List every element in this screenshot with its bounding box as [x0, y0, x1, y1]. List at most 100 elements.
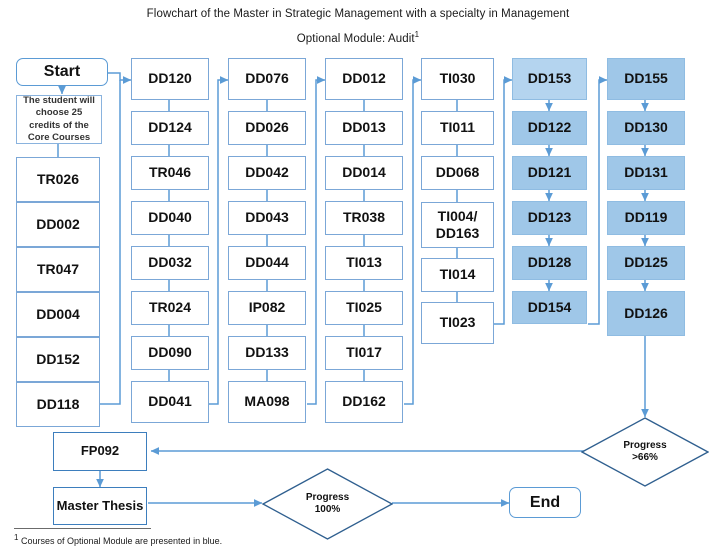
node-label: DD130	[624, 119, 668, 136]
node-label: DD043	[245, 209, 289, 226]
node-dd155[interactable]: DD155	[607, 58, 685, 100]
node-dd118[interactable]: DD118	[16, 382, 100, 427]
node-dd044[interactable]: DD044	[228, 246, 306, 280]
node-label: DD068	[435, 164, 480, 181]
node-dd128[interactable]: DD128	[512, 246, 587, 280]
node-dd124[interactable]: DD124	[131, 111, 209, 145]
node-dd041[interactable]: DD041	[131, 381, 209, 423]
decision-line-2: 100%	[314, 504, 341, 515]
decision-progress-66[interactable]: Progress >66%	[581, 417, 709, 487]
node-label: DD044	[245, 254, 289, 271]
node-ti023[interactable]: TI023	[421, 302, 494, 344]
node-label: DD154	[527, 298, 572, 315]
node-label: DD120	[148, 70, 192, 87]
node-ti025[interactable]: TI025	[325, 291, 403, 325]
node-label: DD041	[148, 393, 192, 410]
node-label: DD126	[624, 304, 668, 321]
node-label: DD121	[527, 164, 572, 181]
node-label: DD076	[245, 70, 289, 87]
decision-line-1: Progress	[305, 491, 350, 503]
node-fp092[interactable]: FP092	[53, 432, 147, 471]
node-dd152[interactable]: DD152	[16, 337, 100, 382]
node-label: TR024	[148, 299, 192, 316]
node-dd043[interactable]: DD043	[228, 201, 306, 235]
node-ti013[interactable]: TI013	[325, 246, 403, 280]
node-dd131[interactable]: DD131	[607, 156, 685, 190]
decision-line-2: >66%	[632, 452, 658, 463]
node-end[interactable]: End	[509, 487, 581, 518]
node-label: TI013	[346, 254, 382, 271]
node-ti011[interactable]: TI011	[421, 111, 494, 145]
node-master-thesis[interactable]: Master Thesis	[53, 487, 147, 525]
start-node[interactable]: Start	[16, 58, 108, 86]
node-dd120[interactable]: DD120	[131, 58, 209, 100]
instruction-note-label: The student will choose 25 credits of th…	[23, 94, 95, 143]
node-label: TR038	[342, 209, 386, 226]
node-dd121[interactable]: DD121	[512, 156, 587, 190]
node-label: TI030	[439, 70, 476, 87]
node-label: DD118	[36, 395, 80, 412]
node-dd123[interactable]: DD123	[512, 201, 587, 235]
node-dd126[interactable]: DD126	[607, 291, 685, 336]
node-dd154[interactable]: DD154	[512, 291, 587, 324]
node-ip082[interactable]: IP082	[228, 291, 306, 325]
node-dd032[interactable]: DD032	[131, 246, 209, 280]
node-dd004[interactable]: DD004	[16, 292, 100, 337]
node-label: TI017	[346, 344, 382, 361]
node-label: DD012	[342, 70, 386, 87]
node-dd090[interactable]: DD090	[131, 336, 209, 370]
node-dd153[interactable]: DD153	[512, 58, 587, 100]
node-tr046[interactable]: TR046	[131, 156, 209, 190]
node-ti014[interactable]: TI014	[421, 258, 494, 292]
decision-progress-100[interactable]: Progress 100%	[262, 468, 393, 540]
node-label: TR026	[36, 170, 80, 187]
node-dd042[interactable]: DD042	[228, 156, 306, 190]
node-label: TI004/ DD163	[435, 208, 480, 241]
node-label: DD090	[148, 344, 192, 361]
node-tr047[interactable]: TR047	[16, 247, 100, 292]
node-dd162[interactable]: DD162	[325, 381, 403, 423]
node-dd133[interactable]: DD133	[228, 336, 306, 370]
node-label: TI011	[439, 119, 476, 136]
node-tr038[interactable]: TR038	[325, 201, 403, 235]
node-label: TI023	[439, 314, 476, 331]
node-label: DD026	[245, 119, 289, 136]
node-label: TI014	[439, 266, 476, 283]
node-tr024[interactable]: TR024	[131, 291, 209, 325]
flowchart-canvas: Flowchart of the Master in Strategic Man…	[0, 0, 716, 557]
node-dd125[interactable]: DD125	[607, 246, 685, 280]
node-ti030[interactable]: TI030	[421, 58, 494, 100]
node-ti004-dd163[interactable]: TI004/ DD163	[421, 202, 494, 248]
instruction-note: The student will choose 25 credits of th…	[16, 95, 102, 144]
node-dd014[interactable]: DD014	[325, 156, 403, 190]
node-dd076[interactable]: DD076	[228, 58, 306, 100]
node-label: IP082	[248, 299, 286, 316]
node-dd002[interactable]: DD002	[16, 202, 100, 247]
node-dd119[interactable]: DD119	[607, 201, 685, 235]
node-tr026[interactable]: TR026	[16, 157, 100, 202]
node-label: TR046	[148, 164, 192, 181]
node-label: DD002	[36, 215, 80, 232]
node-dd012[interactable]: DD012	[325, 58, 403, 100]
node-dd122[interactable]: DD122	[512, 111, 587, 145]
decision-progress-66-label: Progress >66%	[581, 417, 709, 487]
node-label: DD042	[245, 164, 289, 181]
node-label: DD131	[624, 164, 668, 181]
node-dd026[interactable]: DD026	[228, 111, 306, 145]
node-dd130[interactable]: DD130	[607, 111, 685, 145]
node-ma098[interactable]: MA098	[228, 381, 306, 423]
node-ti017[interactable]: TI017	[325, 336, 403, 370]
node-dd013[interactable]: DD013	[325, 111, 403, 145]
node-label: End	[529, 493, 561, 511]
node-label: DD153	[527, 70, 572, 87]
start-label: Start	[43, 63, 81, 81]
node-dd068[interactable]: DD068	[421, 156, 494, 190]
node-label: DD004	[36, 305, 80, 322]
decision-progress-100-label: Progress 100%	[262, 468, 393, 540]
node-label: DD124	[148, 119, 192, 136]
node-label: DD040	[148, 209, 192, 226]
node-dd040[interactable]: DD040	[131, 201, 209, 235]
node-label: DD152	[36, 350, 80, 367]
node-label: DD032	[148, 254, 192, 271]
node-label: DD133	[245, 344, 289, 361]
